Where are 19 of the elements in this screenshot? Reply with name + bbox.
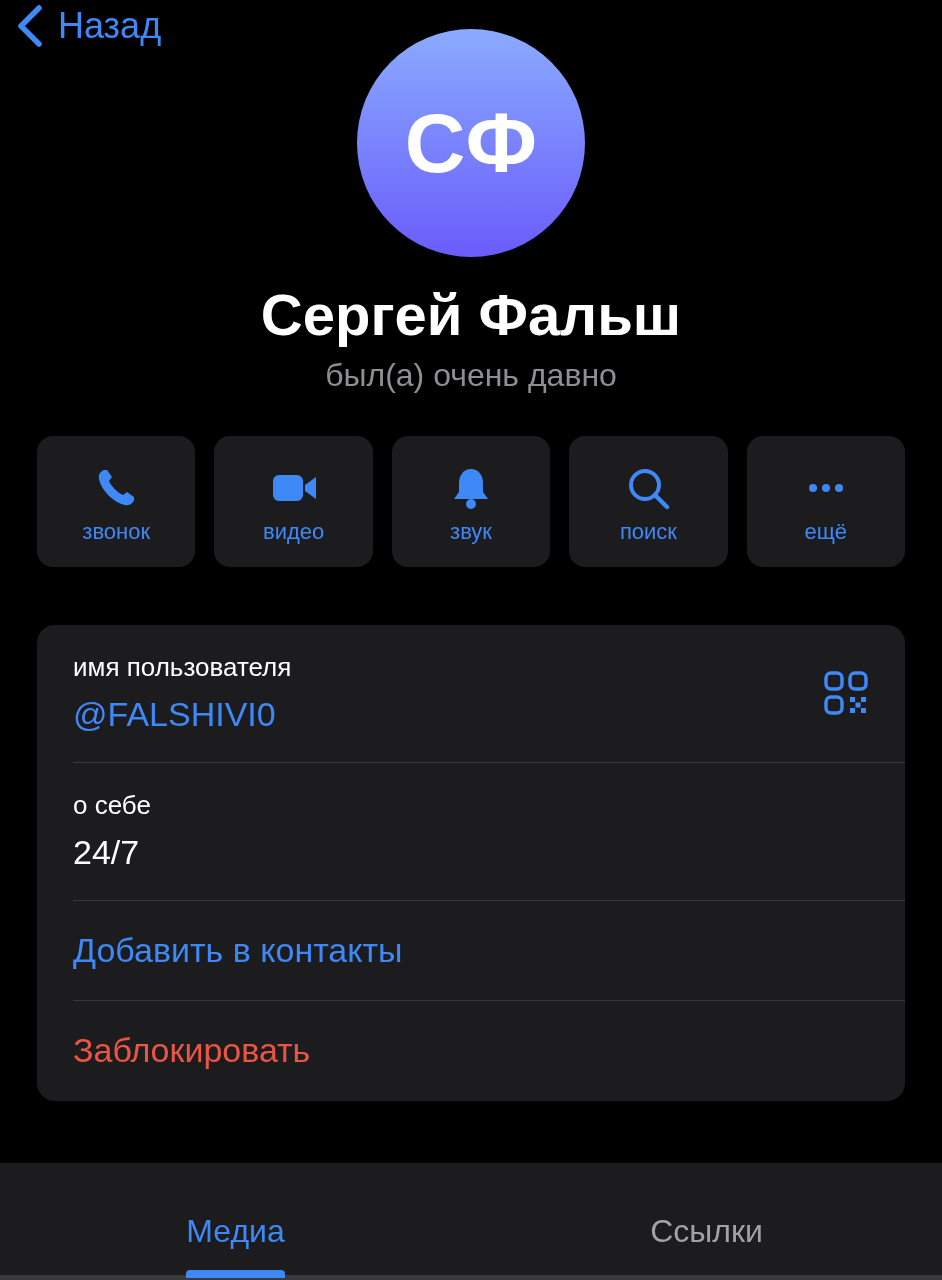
action-button[interactable]: поиск bbox=[569, 435, 728, 567]
add-contact-link[interactable]: Добавить в контакты bbox=[73, 930, 403, 970]
action-button[interactable]: видео bbox=[214, 435, 373, 567]
username-link[interactable]: @FALSHIVI0 bbox=[73, 695, 292, 735]
more-icon bbox=[808, 484, 843, 493]
action-button[interactable]: звук bbox=[391, 435, 551, 567]
block-link[interactable]: Заблокировать bbox=[73, 1031, 311, 1071]
last-seen-status: был(а) очень давно bbox=[325, 356, 617, 394]
avatar: СФ bbox=[357, 29, 585, 257]
qr-code-icon[interactable] bbox=[823, 670, 869, 717]
contact-name: Сергей Фальш bbox=[260, 283, 682, 347]
tab[interactable]: Медиа bbox=[186, 1201, 285, 1276]
field-label: имя пользователя bbox=[73, 652, 292, 684]
tab[interactable]: Ссылки bbox=[650, 1201, 763, 1276]
back-button[interactable]: Назад bbox=[14, 4, 162, 48]
action-button[interactable]: ещё bbox=[746, 435, 906, 567]
field-label: о себе bbox=[73, 790, 151, 822]
action-button[interactable]: звонок bbox=[37, 435, 196, 567]
about-text: 24/7 bbox=[73, 833, 141, 873]
